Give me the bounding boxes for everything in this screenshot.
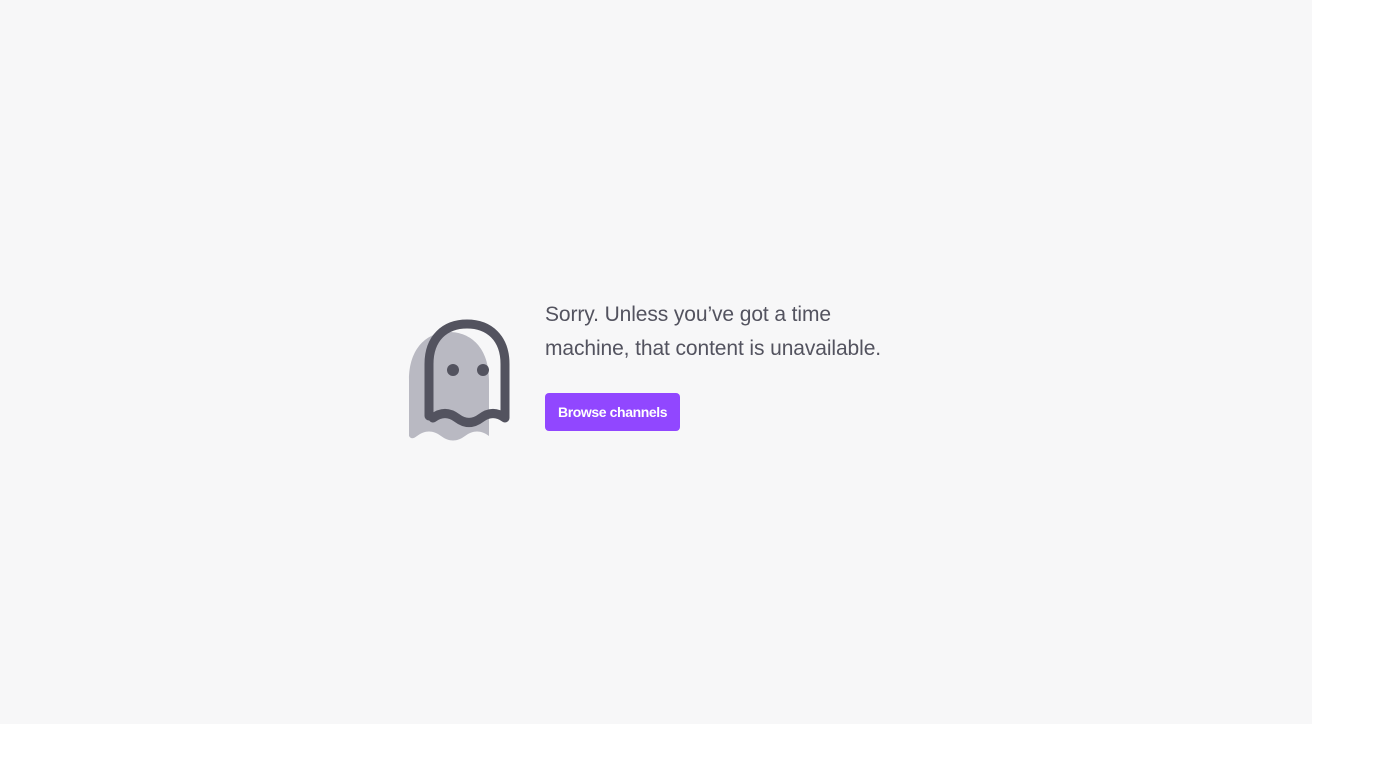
content-unavailable-panel: Sorry. Unless you’ve got a time machine,… [407, 298, 885, 442]
message-column: Sorry. Unless you’ve got a time machine,… [545, 298, 885, 431]
main-content-area: Sorry. Unless you’ve got a time machine,… [0, 0, 1312, 724]
unavailable-message: Sorry. Unless you’ve got a time machine,… [545, 303, 882, 360]
ghost-icon [409, 319, 510, 441]
browse-channels-button[interactable]: Browse channels [545, 393, 681, 431]
